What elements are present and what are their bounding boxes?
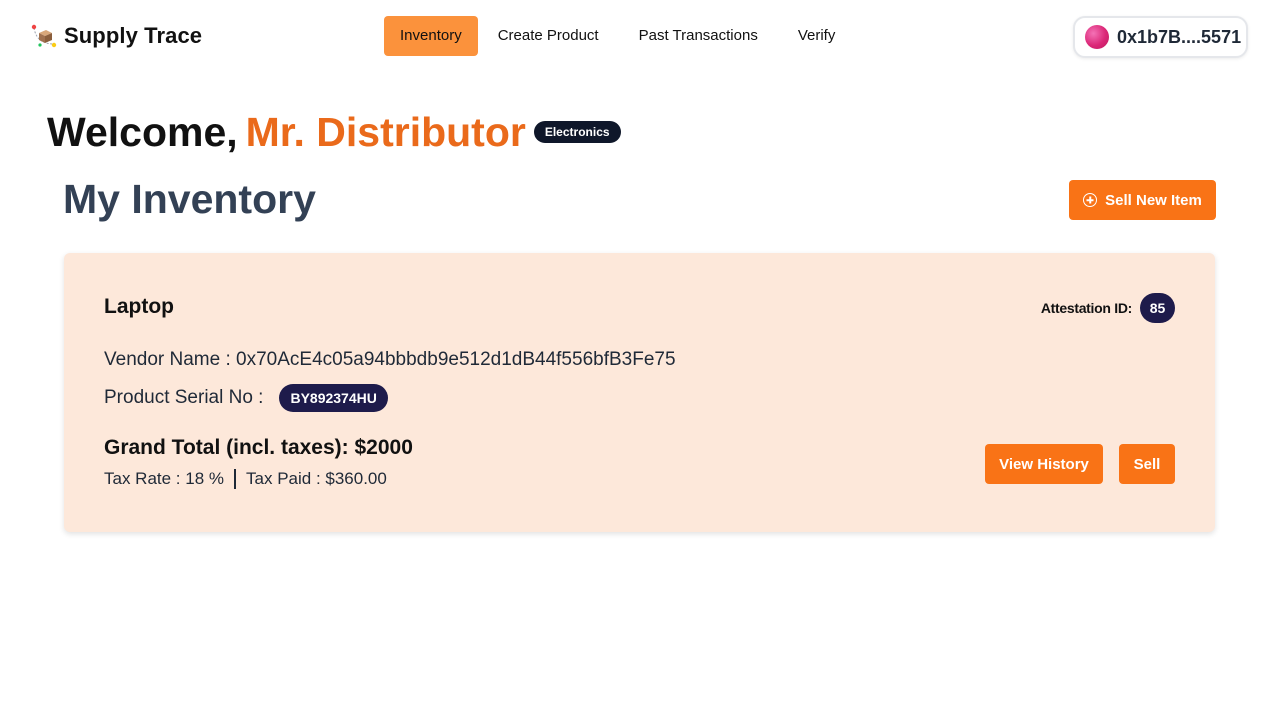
grand-total: Grand Total (incl. taxes): $2000	[104, 436, 413, 459]
view-history-button[interactable]: View History	[985, 444, 1103, 484]
vendor-label: Vendor Name :	[104, 349, 231, 370]
vendor-address: 0x70AcE4c05a94bbbdb9e512d1dB44f556bfB3Fe…	[236, 349, 676, 370]
wallet-address: 0x1b7B....5571	[1117, 26, 1242, 47]
tax-paid: Tax Paid : $360.00	[246, 469, 387, 488]
serial-line: Product Serial No : BY892374HU	[104, 383, 388, 412]
sell-button[interactable]: Sell	[1119, 444, 1175, 484]
category-badge: Electronics	[533, 121, 621, 143]
sell-new-item-button[interactable]: Sell New Item	[1069, 180, 1216, 220]
nav-inventory[interactable]: Inventory	[384, 16, 478, 56]
serial-badge: BY892374HU	[279, 383, 388, 412]
brand-title: Supply Trace	[64, 23, 203, 48]
nav-create-product[interactable]: Create Product	[482, 16, 615, 56]
vendor-line: Vendor Name : 0x70AcE4c05a94bbbdb9e512d1…	[104, 349, 676, 371]
brand[interactable]: Supply Trace	[30, 20, 202, 52]
welcome-prefix: Welcome,	[47, 108, 238, 155]
serial-label: Product Serial No :	[104, 386, 264, 408]
plus-circle-icon	[1083, 193, 1098, 207]
wallet-account-button[interactable]: 0x1b7B....5571	[1073, 16, 1248, 58]
inventory-item-card: Laptop Attestation ID: 85 Vendor Name : …	[64, 253, 1215, 532]
tax-rate: Tax Rate : 18 %	[104, 469, 225, 488]
tax-line: Tax Rate : 18 % Tax Paid : $360.00	[104, 469, 387, 489]
sell-new-item-label: Sell New Item	[1105, 191, 1202, 209]
page-title: My Inventory	[63, 176, 316, 222]
nav-verify[interactable]: Verify	[782, 16, 852, 56]
main-nav: Inventory Create Product Past Transactio…	[384, 16, 855, 56]
attestation-info: Attestation ID: 85	[1041, 293, 1175, 323]
tax-divider	[234, 469, 237, 489]
nav-past-transactions[interactable]: Past Transactions	[623, 16, 774, 56]
welcome-heading: Welcome, Mr. Distributor Electronics	[47, 108, 621, 156]
user-name: Mr. Distributor	[245, 108, 526, 155]
top-navbar: Supply Trace Inventory Create Product Pa…	[0, 0, 1280, 72]
attestation-label: Attestation ID:	[1040, 300, 1132, 316]
supply-box-logo-icon	[30, 22, 58, 50]
wallet-avatar-icon	[1085, 25, 1109, 49]
product-name: Laptop	[104, 295, 174, 318]
attestation-id-badge: 85	[1140, 293, 1175, 323]
